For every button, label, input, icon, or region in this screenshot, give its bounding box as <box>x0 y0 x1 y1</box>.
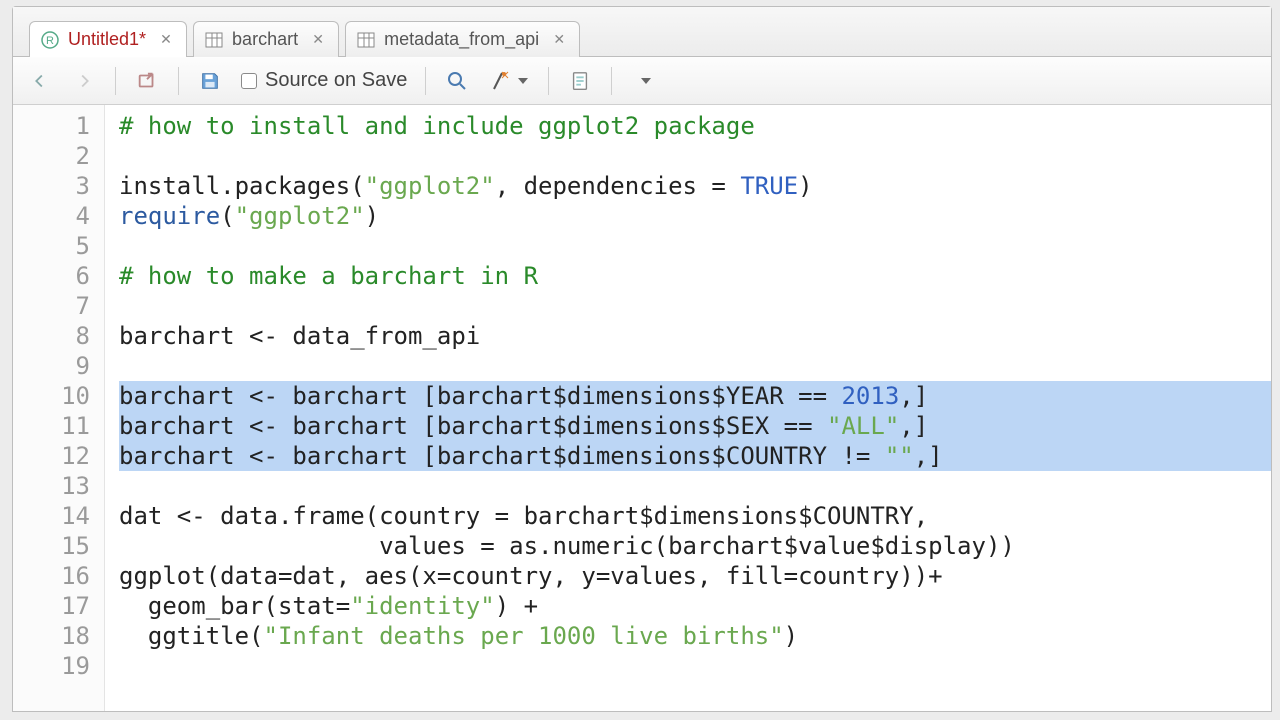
code-line[interactable]: barchart <- barchart [barchart$dimension… <box>119 441 1271 471</box>
forward-button[interactable] <box>65 64 103 98</box>
line-number: 15 <box>13 531 90 561</box>
data-frame-icon <box>356 30 376 50</box>
tab-barchart[interactable]: barchart ✕ <box>193 21 339 57</box>
tab-label: Untitled1* <box>68 29 146 50</box>
line-number: 18 <box>13 621 90 651</box>
line-number: 2 <box>13 141 90 171</box>
line-number: 1 <box>13 111 90 141</box>
code-line[interactable]: ggplot(data=dat, aes(x=country, y=values… <box>119 561 1271 591</box>
code-line[interactable]: dat <- data.frame(country = barchart$dim… <box>119 501 1271 531</box>
tab-label: barchart <box>232 29 298 50</box>
svg-text:R: R <box>46 35 54 47</box>
tab-strip: R Untitled1* ✕ barchart ✕ metadata_from_api ✕ <box>13 7 1271 57</box>
close-icon[interactable]: ✕ <box>158 32 174 48</box>
r-script-icon: R <box>40 30 60 50</box>
tab-label: metadata_from_api <box>384 29 539 50</box>
code-line[interactable]: values = as.numeric(barchart$value$displ… <box>119 531 1271 561</box>
code-line[interactable] <box>119 141 1271 171</box>
save-button[interactable] <box>191 64 229 98</box>
code-line[interactable]: # how to install and include ggplot2 pac… <box>119 111 1271 141</box>
code-line[interactable]: # how to make a barchart in R <box>119 261 1271 291</box>
source-on-save-label: Source on Save <box>265 69 407 92</box>
code-line[interactable]: barchart <- barchart [barchart$dimension… <box>119 381 1271 411</box>
code-line[interactable]: barchart <- barchart [barchart$dimension… <box>119 411 1271 441</box>
editor-toolbar: Source on Save <box>13 57 1271 105</box>
line-number: 5 <box>13 231 90 261</box>
line-number: 16 <box>13 561 90 591</box>
line-number: 14 <box>13 501 90 531</box>
separator <box>548 67 549 95</box>
data-frame-icon <box>204 30 224 50</box>
code-line[interactable] <box>119 291 1271 321</box>
compile-report-button[interactable] <box>561 64 599 98</box>
back-button[interactable] <box>21 64 59 98</box>
separator <box>425 67 426 95</box>
line-number: 3 <box>13 171 90 201</box>
line-number: 19 <box>13 651 90 681</box>
line-number: 4 <box>13 201 90 231</box>
line-number: 8 <box>13 321 90 351</box>
show-in-new-window-button[interactable] <box>128 64 166 98</box>
line-number: 11 <box>13 411 90 441</box>
code-line[interactable] <box>119 231 1271 261</box>
chevron-down-icon <box>518 78 528 84</box>
code-area[interactable]: # how to install and include ggplot2 pac… <box>105 105 1271 711</box>
source-on-save-toggle[interactable]: Source on Save <box>235 69 413 92</box>
checkbox-icon <box>241 73 257 89</box>
editor-pane: RUntitled1*✕barchart✕metadata_from_api✕ … <box>12 6 1272 712</box>
code-tools-menu[interactable] <box>482 64 536 98</box>
tab-metadata-from-api[interactable]: metadata_from_api ✕ <box>345 21 580 57</box>
line-number: 10 <box>13 381 90 411</box>
line-number: 17 <box>13 591 90 621</box>
line-number: 12 <box>13 441 90 471</box>
separator <box>611 67 612 95</box>
code-line[interactable]: ggtitle("Infant deaths per 1000 live bir… <box>119 621 1271 651</box>
close-icon[interactable]: ✕ <box>551 32 567 48</box>
line-number: 6 <box>13 261 90 291</box>
code-line[interactable]: install.packages("ggplot2", dependencies… <box>119 171 1271 201</box>
code-line[interactable]: require("ggplot2") <box>119 201 1271 231</box>
code-line[interactable] <box>119 351 1271 381</box>
tab-untitled1-[interactable]: R Untitled1* ✕ <box>29 21 187 57</box>
find-replace-button[interactable] <box>438 64 476 98</box>
line-number: 9 <box>13 351 90 381</box>
chevron-down-icon <box>641 78 651 84</box>
code-editor[interactable]: 12345678910111213141516171819 # how to i… <box>13 105 1271 711</box>
separator <box>115 67 116 95</box>
code-line[interactable]: barchart <- data_from_api <box>119 321 1271 351</box>
code-line[interactable]: geom_bar(stat="identity") + <box>119 591 1271 621</box>
run-menu[interactable] <box>624 64 664 98</box>
code-line[interactable] <box>119 651 1271 681</box>
line-number-gutter: 12345678910111213141516171819 <box>13 105 105 711</box>
line-number: 7 <box>13 291 90 321</box>
close-icon[interactable]: ✕ <box>310 32 326 48</box>
separator <box>178 67 179 95</box>
line-number: 13 <box>13 471 90 501</box>
code-line[interactable] <box>119 471 1271 501</box>
